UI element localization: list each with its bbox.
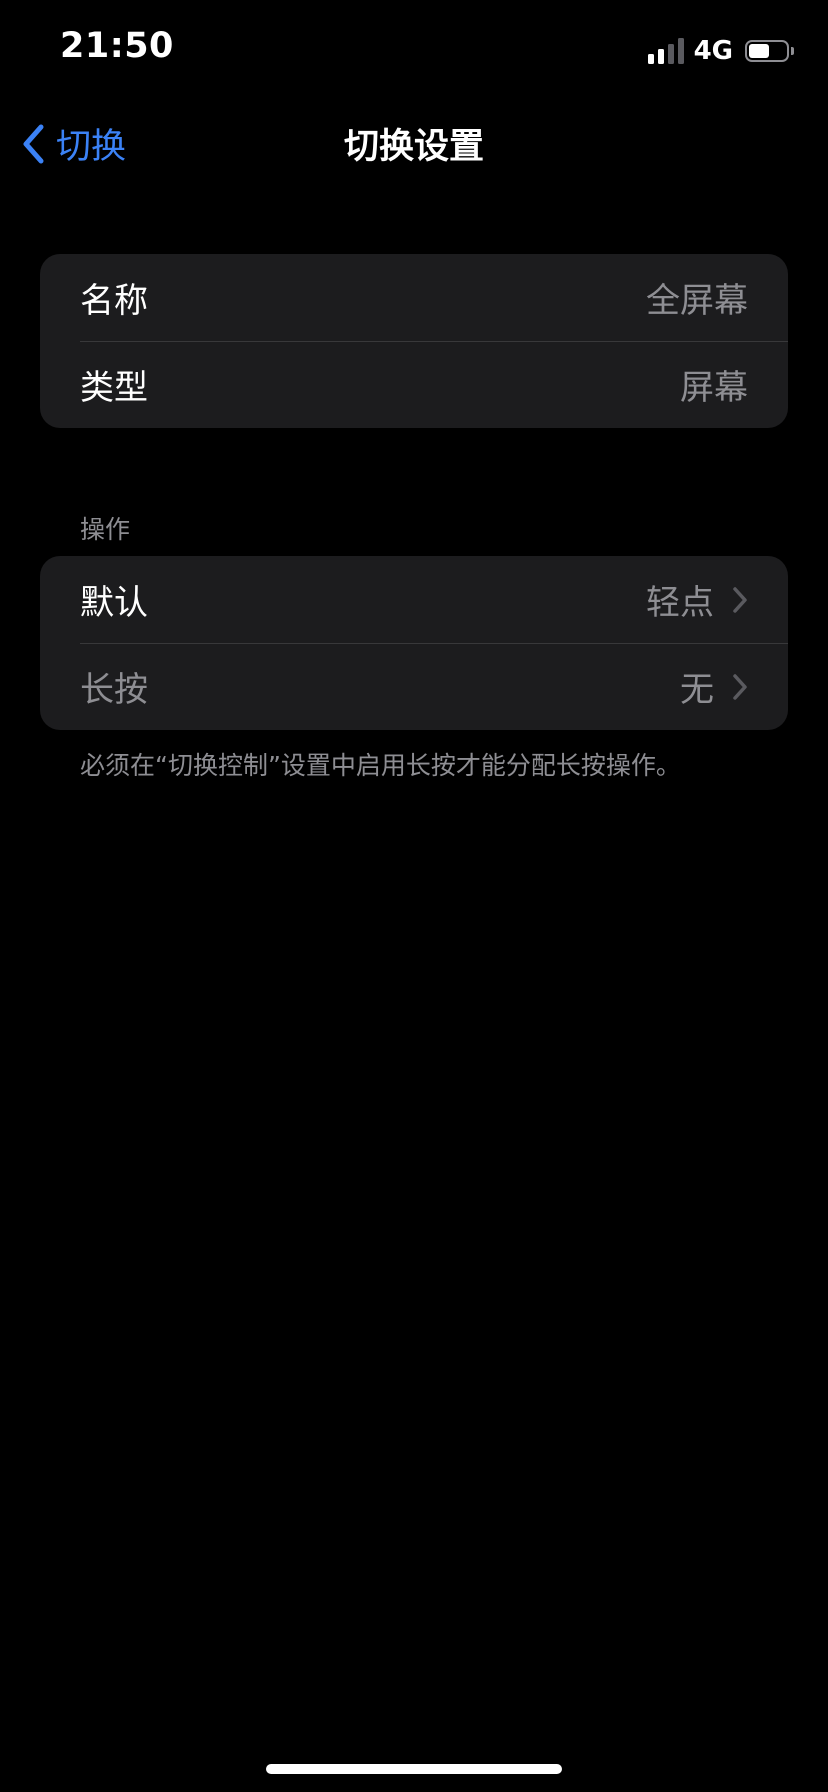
row-name-value: 全屏幕 — [646, 281, 748, 321]
status-indicators: 4G — [647, 36, 794, 66]
chevron-right-icon — [733, 673, 747, 700]
row-long-press-value: 无 — [680, 670, 714, 710]
row-name: 名称 全屏幕 — [40, 254, 788, 341]
cellular-signal-icon — [647, 38, 684, 64]
signal-bar — [657, 49, 664, 64]
battery-cap — [791, 47, 794, 55]
status-bar: 21:50 4G — [0, 0, 828, 100]
signal-bar — [647, 54, 654, 64]
battery-icon — [745, 40, 789, 62]
page-title: 切换设置 — [343, 127, 484, 167]
home-indicator[interactable] — [266, 1764, 562, 1774]
battery-level — [749, 44, 769, 58]
row-type: 类型 屏幕 — [40, 341, 788, 428]
signal-bar — [667, 44, 674, 64]
network-type: 4G — [693, 36, 733, 66]
row-default-label: 默认 — [80, 583, 148, 623]
info-group: 名称 全屏幕 类型 屏幕 — [40, 254, 788, 428]
signal-bar — [677, 38, 684, 64]
section-header-actions: 操作 — [80, 515, 131, 544]
row-default-action[interactable]: 默认 轻点 — [40, 556, 788, 643]
actions-footer-note: 必须在“切换控制”设置中启用长按才能分配长按操作。 — [80, 751, 681, 780]
row-name-label: 名称 — [80, 281, 148, 321]
row-type-value: 屏幕 — [680, 368, 748, 408]
status-time: 21:50 — [60, 26, 174, 66]
row-type-label: 类型 — [80, 368, 148, 408]
row-long-press-action[interactable]: 长按 无 — [40, 643, 788, 730]
actions-group: 默认 轻点 长按 无 — [40, 556, 788, 730]
chevron-right-icon — [733, 586, 747, 613]
navigation-bar: 切换 切换设置 — [0, 100, 828, 180]
row-default-value: 轻点 — [646, 583, 714, 623]
row-long-press-label: 长按 — [80, 670, 148, 710]
